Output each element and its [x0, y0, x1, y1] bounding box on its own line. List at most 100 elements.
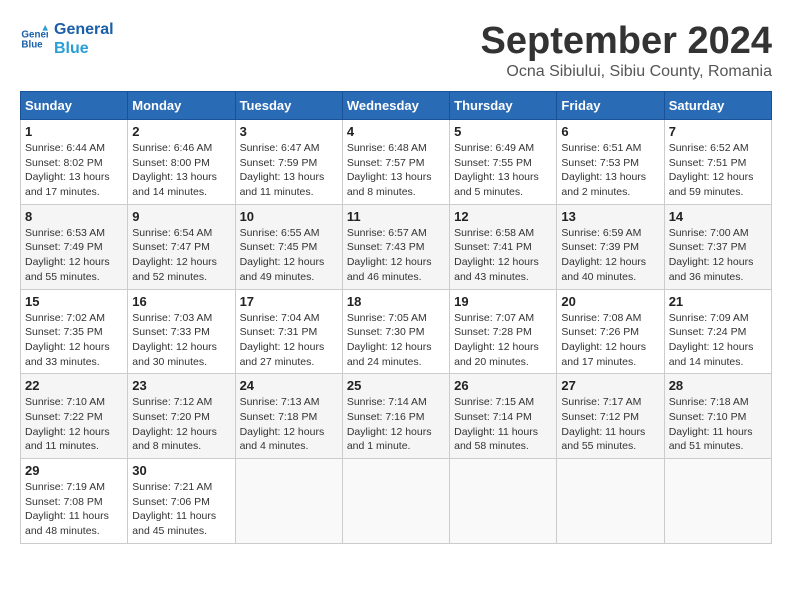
calendar-cell: 13Sunrise: 6:59 AMSunset: 7:39 PMDayligh…	[557, 204, 664, 289]
day-number: 15	[25, 294, 123, 309]
day-info: Sunrise: 6:58 AMSunset: 7:41 PMDaylight:…	[454, 226, 552, 285]
day-number: 7	[669, 124, 767, 139]
day-info: Sunrise: 7:15 AMSunset: 7:14 PMDaylight:…	[454, 395, 552, 454]
header-friday: Friday	[557, 92, 664, 120]
day-info: Sunrise: 7:14 AMSunset: 7:16 PMDaylight:…	[347, 395, 445, 454]
calendar-cell: 16 Sunrise: 7:03 AMSunset: 7:33 PMDayligh…	[128, 289, 235, 374]
calendar-cell: 17 Sunrise: 7:04 AMSunset: 7:31 PMDayligh…	[235, 289, 342, 374]
calendar-week-2: 8 Sunrise: 6:53 AMSunset: 7:49 PMDaylight…	[21, 204, 772, 289]
day-number: 30	[132, 463, 230, 478]
calendar-week-5: 29 Sunrise: 7:19 AMSunset: 7:08 PMDayligh…	[21, 459, 772, 544]
day-number: 3	[240, 124, 338, 139]
day-info: Sunrise: 7:17 AMSunset: 7:12 PMDaylight:…	[561, 395, 659, 454]
day-info: Sunrise: 7:04 AMSunset: 7:31 PMDaylight:…	[240, 311, 338, 370]
day-number: 26	[454, 378, 552, 393]
day-info: Sunrise: 7:13 AMSunset: 7:18 PMDaylight:…	[240, 395, 338, 454]
calendar-cell	[235, 459, 342, 544]
day-number: 27	[561, 378, 659, 393]
header-monday: Monday	[128, 92, 235, 120]
day-number: 22	[25, 378, 123, 393]
logo: General Blue General Blue	[20, 20, 114, 58]
calendar-cell: 29 Sunrise: 7:19 AMSunset: 7:08 PMDayligh…	[21, 459, 128, 544]
day-number: 18	[347, 294, 445, 309]
day-info: Sunrise: 6:44 AMSunset: 8:02 PMDaylight:…	[25, 141, 123, 200]
day-info: Sunrise: 6:48 AMSunset: 7:57 PMDaylight:…	[347, 141, 445, 200]
calendar-cell: 5 Sunrise: 6:49 AMSunset: 7:55 PMDaylight…	[450, 120, 557, 205]
calendar-cell: 2Sunrise: 6:46 AMSunset: 8:00 PMDaylight…	[128, 120, 235, 205]
day-info: Sunrise: 6:52 AMSunset: 7:51 PMDaylight:…	[669, 141, 767, 200]
calendar-cell: 4 Sunrise: 6:48 AMSunset: 7:57 PMDaylight…	[342, 120, 449, 205]
logo-line2: Blue	[54, 39, 114, 58]
title-block: September 2024 Ocna Sibiului, Sibiu Coun…	[481, 20, 773, 81]
day-number: 29	[25, 463, 123, 478]
calendar-cell: 26 Sunrise: 7:15 AMSunset: 7:14 PMDayligh…	[450, 374, 557, 459]
day-info: Sunrise: 7:19 AMSunset: 7:08 PMDaylight:…	[25, 480, 123, 539]
day-info: Sunrise: 7:03 AMSunset: 7:33 PMDaylight:…	[132, 311, 230, 370]
header-sunday: Sunday	[21, 92, 128, 120]
day-number: 21	[669, 294, 767, 309]
day-number: 10	[240, 209, 338, 224]
calendar-cell: 20Sunrise: 7:08 AMSunset: 7:26 PMDayligh…	[557, 289, 664, 374]
day-number: 16	[132, 294, 230, 309]
calendar-cell	[450, 459, 557, 544]
day-number: 12	[454, 209, 552, 224]
day-number: 6	[561, 124, 659, 139]
calendar-week-1: 1 Sunrise: 6:44 AMSunset: 8:02 PMDaylight…	[21, 120, 772, 205]
day-number: 20	[561, 294, 659, 309]
header-saturday: Saturday	[664, 92, 771, 120]
calendar-table: SundayMondayTuesdayWednesdayThursdayFrid…	[20, 91, 772, 544]
calendar-cell: 25 Sunrise: 7:14 AMSunset: 7:16 PMDayligh…	[342, 374, 449, 459]
calendar-cell: 8 Sunrise: 6:53 AMSunset: 7:49 PMDaylight…	[21, 204, 128, 289]
calendar-header-row: SundayMondayTuesdayWednesdayThursdayFrid…	[21, 92, 772, 120]
day-info: Sunrise: 7:18 AMSunset: 7:10 PMDaylight:…	[669, 395, 767, 454]
day-info: Sunrise: 7:09 AMSunset: 7:24 PMDaylight:…	[669, 311, 767, 370]
calendar-cell: 22 Sunrise: 7:10 AMSunset: 7:22 PMDayligh…	[21, 374, 128, 459]
day-number: 28	[669, 378, 767, 393]
calendar-cell: 10 Sunrise: 6:55 AMSunset: 7:45 PMDayligh…	[235, 204, 342, 289]
calendar-cell: 18Sunrise: 7:05 AMSunset: 7:30 PMDayligh…	[342, 289, 449, 374]
calendar-week-4: 22 Sunrise: 7:10 AMSunset: 7:22 PMDayligh…	[21, 374, 772, 459]
calendar-cell: 24 Sunrise: 7:13 AMSunset: 7:18 PMDayligh…	[235, 374, 342, 459]
calendar-cell: 7 Sunrise: 6:52 AMSunset: 7:51 PMDaylight…	[664, 120, 771, 205]
day-number: 17	[240, 294, 338, 309]
day-number: 19	[454, 294, 552, 309]
calendar-cell: 12 Sunrise: 6:58 AMSunset: 7:41 PMDayligh…	[450, 204, 557, 289]
calendar-cell: 21 Sunrise: 7:09 AMSunset: 7:24 PMDayligh…	[664, 289, 771, 374]
day-number: 5	[454, 124, 552, 139]
day-number: 2	[132, 124, 230, 139]
day-number: 4	[347, 124, 445, 139]
calendar-cell	[342, 459, 449, 544]
day-number: 25	[347, 378, 445, 393]
calendar-cell: 27 Sunrise: 7:17 AMSunset: 7:12 PMDayligh…	[557, 374, 664, 459]
day-number: 8	[25, 209, 123, 224]
day-number: 14	[669, 209, 767, 224]
calendar-cell: 14 Sunrise: 7:00 AMSunset: 7:37 PMDayligh…	[664, 204, 771, 289]
day-number: 13	[561, 209, 659, 224]
day-info: Sunrise: 6:47 AMSunset: 7:59 PMDaylight:…	[240, 141, 338, 200]
day-info: Sunrise: 7:21 AMSunset: 7:06 PMDaylight:…	[132, 480, 230, 539]
header-wednesday: Wednesday	[342, 92, 449, 120]
calendar-cell: 3 Sunrise: 6:47 AMSunset: 7:59 PMDaylight…	[235, 120, 342, 205]
month-title: September 2024	[481, 20, 773, 63]
day-number: 9	[132, 209, 230, 224]
calendar-cell: 9Sunrise: 6:54 AMSunset: 7:47 PMDaylight…	[128, 204, 235, 289]
day-number: 24	[240, 378, 338, 393]
day-number: 23	[132, 378, 230, 393]
calendar-cell: 1 Sunrise: 6:44 AMSunset: 8:02 PMDaylight…	[21, 120, 128, 205]
calendar-cell: 11Sunrise: 6:57 AMSunset: 7:43 PMDayligh…	[342, 204, 449, 289]
day-info: Sunrise: 6:55 AMSunset: 7:45 PMDaylight:…	[240, 226, 338, 285]
day-number: 1	[25, 124, 123, 139]
location: Ocna Sibiului, Sibiu County, Romania	[481, 63, 773, 81]
day-info: Sunrise: 7:07 AMSunset: 7:28 PMDaylight:…	[454, 311, 552, 370]
day-info: Sunrise: 7:00 AMSunset: 7:37 PMDaylight:…	[669, 226, 767, 285]
page-header: General Blue General Blue September 2024…	[20, 20, 772, 81]
day-info: Sunrise: 6:53 AMSunset: 7:49 PMDaylight:…	[25, 226, 123, 285]
logo-icon: General Blue	[20, 25, 48, 53]
calendar-cell	[557, 459, 664, 544]
day-info: Sunrise: 6:49 AMSunset: 7:55 PMDaylight:…	[454, 141, 552, 200]
header-thursday: Thursday	[450, 92, 557, 120]
calendar-week-3: 15Sunrise: 7:02 AMSunset: 7:35 PMDayligh…	[21, 289, 772, 374]
header-tuesday: Tuesday	[235, 92, 342, 120]
day-info: Sunrise: 7:10 AMSunset: 7:22 PMDaylight:…	[25, 395, 123, 454]
day-info: Sunrise: 6:57 AMSunset: 7:43 PMDaylight:…	[347, 226, 445, 285]
